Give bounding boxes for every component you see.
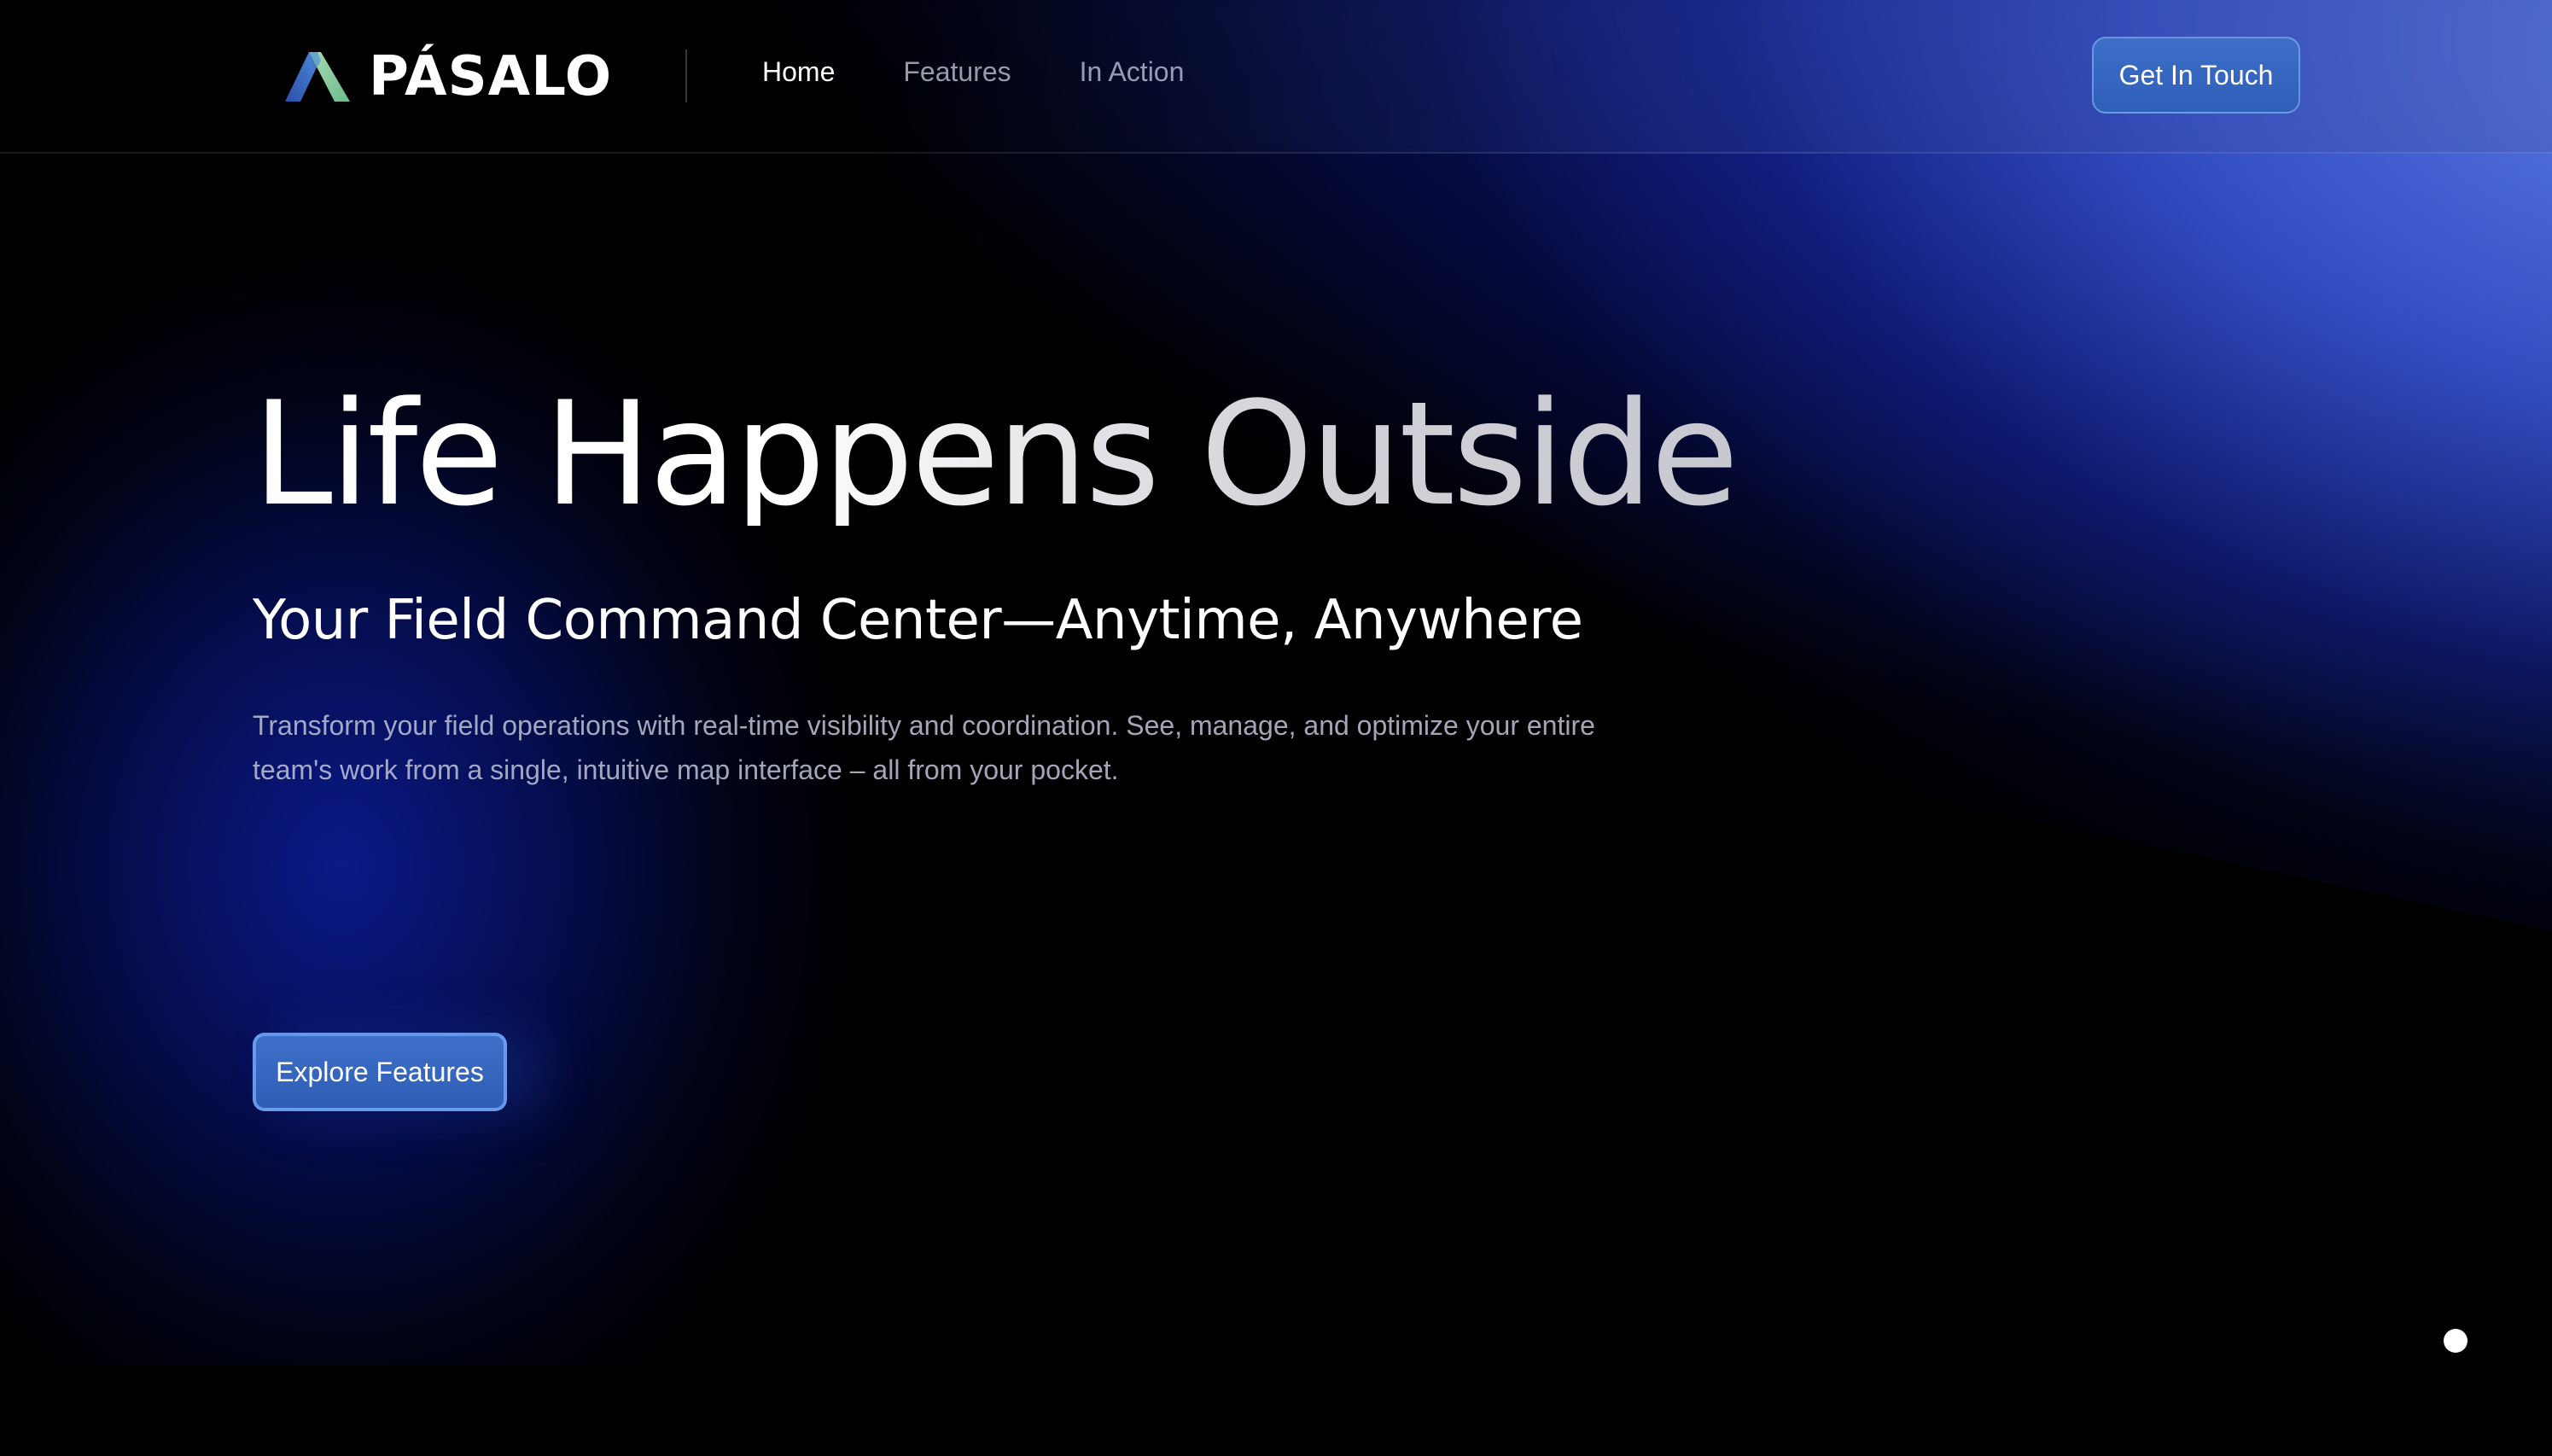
nav-item-in-action[interactable]: In Action [1080,56,1185,88]
main-nav: Home Features In Action [762,56,1252,88]
hero-subtitle: Your Field Command Center—Anytime, Anywh… [253,589,1583,652]
nav-item-features[interactable]: Features [903,56,1011,88]
hero-title: Life Happens Outside [253,370,1739,538]
landing-page: PÁSALO Home Features In Action Get In To… [0,0,2552,1456]
hero-description: Transform your field operations with rea… [253,710,1595,785]
nav-divider [685,50,687,102]
mountain-logo-icon [285,52,350,102]
brand-name: PÁSALO [369,45,613,108]
brand-logo[interactable]: PÁSALO [283,45,613,108]
get-in-touch-button[interactable]: Get In Touch [2092,37,2300,114]
floating-dot-indicator[interactable] [2444,1329,2468,1353]
explore-features-button[interactable]: Explore Features [253,1033,507,1111]
site-header: PÁSALO Home Features In Action Get In To… [0,0,2552,154]
nav-item-home[interactable]: Home [762,56,835,88]
